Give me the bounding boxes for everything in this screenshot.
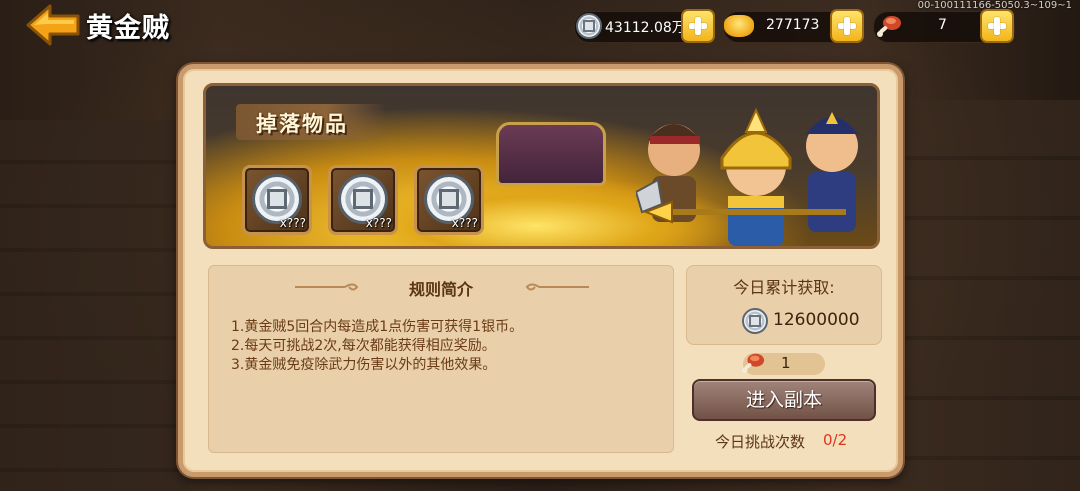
drop-item[interactable]: x??? (328, 165, 398, 235)
drop-title: 掉落物品 (256, 112, 348, 136)
treasure-chest-image (496, 122, 606, 186)
entry-cost: 1 (741, 353, 825, 375)
drop-item[interactable]: x??? (414, 165, 484, 235)
drop-item-qty: x??? (279, 216, 306, 230)
drop-item[interactable]: x??? (242, 165, 312, 235)
rule-line-3: 3.黄金贼免疫除武力伤害以外的其他效果。 (231, 357, 497, 373)
meat-icon (741, 353, 765, 374)
silver-coin-icon (576, 13, 602, 39)
gold-value: 277173 (766, 17, 820, 33)
back-arrow-icon (26, 4, 80, 46)
meat-icon (877, 16, 901, 37)
stamina-value: 7 (938, 17, 947, 33)
gold-ingot-icon (724, 15, 754, 37)
add-gold-button[interactable] (830, 9, 864, 43)
heroes-illustration (636, 107, 858, 246)
back-button[interactable] (24, 2, 82, 48)
drop-item-qty: x??? (365, 216, 392, 230)
boss-panel: 掉落物品 x??? x??? x??? 规则简介 1.黄金贼5回合内每造成1点伤… (178, 64, 903, 477)
add-silver-button[interactable] (681, 9, 715, 43)
enter-dungeon-button[interactable]: 进入副本 (692, 379, 876, 421)
daily-total-value: 12600000 (773, 310, 860, 330)
daily-total-label: 今日累计获取: (733, 278, 835, 297)
entry-cost-value: 1 (781, 354, 791, 372)
rule-line-2: 2.每天可挑战2次,每次都能获得相应奖励。 (231, 338, 496, 354)
drop-title-plate: 掉落物品 (236, 104, 386, 140)
challenge-count-value: 0/2 (823, 431, 848, 449)
page-title: 黄金贼 (86, 13, 170, 44)
right-ornament-icon (525, 283, 589, 291)
rule-line-1: 1.黄金贼5回合内每造成1点伤害可获得1银币。 (231, 319, 524, 335)
daily-total-box: 今日累计获取: 12600000 (686, 265, 882, 345)
rules-box: 规则简介 1.黄金贼5回合内每造成1点伤害可获得1银币。 2.每天可挑战2次,每… (208, 265, 674, 453)
add-stamina-button[interactable] (980, 9, 1014, 43)
silver-coin-icon (742, 308, 768, 334)
rules-title: 规则简介 (408, 280, 473, 299)
drop-item-qty: x??? (451, 216, 478, 230)
drop-banner: 掉落物品 x??? x??? x??? (203, 83, 880, 249)
silver-value: 43112.08万 (605, 20, 686, 36)
challenge-count-label: 今日挑战次数 (715, 433, 806, 451)
